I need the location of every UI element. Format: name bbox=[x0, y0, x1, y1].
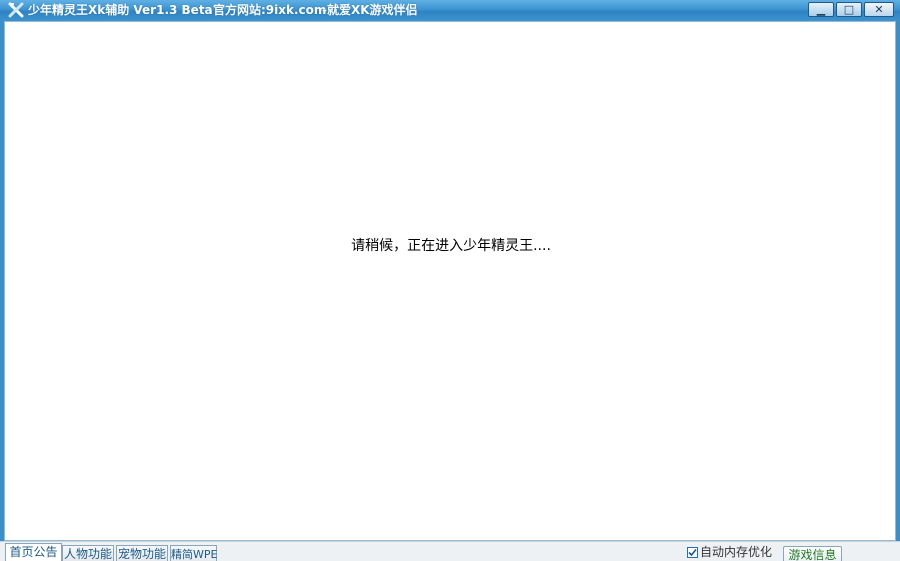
tab-label: 宠物功能 bbox=[117, 547, 166, 561]
memory-optimize-checkbox[interactable]: 自动内存优化 bbox=[687, 545, 772, 561]
tab-label: 精简WPE bbox=[171, 548, 218, 561]
checkmark-icon bbox=[688, 548, 697, 557]
app-window: 少年精灵王Xk辅助 Ver1.3 Beta 官方网站:9ixk.com -就爱X… bbox=[0, 0, 900, 561]
tab-label: 人物功能 bbox=[63, 547, 112, 561]
minimize-button[interactable]: ▁ bbox=[808, 2, 834, 17]
website-label: 官方网站:9ixk.com bbox=[213, 3, 327, 17]
tab-home-notice[interactable]: 首页公告 bbox=[5, 543, 62, 561]
maximize-button[interactable]: □ bbox=[836, 2, 862, 17]
tab-pet-functions[interactable]: 宠物功能 bbox=[116, 545, 168, 561]
game-info-button[interactable]: 游戏信息 bbox=[783, 546, 842, 561]
title-bar[interactable]: 少年精灵王Xk辅助 Ver1.3 Beta 官方网站:9ixk.com -就爱X… bbox=[0, 0, 900, 21]
main-content-area: 请稍候，正在进入少年精灵王.... bbox=[4, 21, 896, 541]
tab-character-functions[interactable]: 人物功能 bbox=[62, 545, 114, 561]
minimize-icon: ▁ bbox=[816, 3, 826, 16]
tab-lite-wpe[interactable]: 精简WPE bbox=[170, 545, 217, 561]
checkbox-box[interactable] bbox=[687, 547, 698, 558]
tab-label: 首页公告 bbox=[9, 545, 58, 559]
maximize-icon: □ bbox=[843, 3, 855, 16]
game-info-label: 游戏信息 bbox=[788, 548, 837, 561]
close-icon: ✕ bbox=[874, 3, 884, 16]
window-title: 少年精灵王Xk辅助 Ver1.3 Beta bbox=[28, 3, 213, 17]
close-button[interactable]: ✕ bbox=[864, 2, 894, 17]
xk-logo-icon bbox=[8, 2, 24, 18]
bottom-bar: 首页公告 人物功能 宠物功能 精简WPE 自动内存优化 游戏信息 bbox=[0, 541, 900, 561]
slogan-label: -就爱XK游戏伴侣 bbox=[322, 3, 418, 17]
memory-optimize-label: 自动内存优化 bbox=[700, 545, 773, 559]
loading-message: 请稍候，正在进入少年精灵王.... bbox=[351, 238, 551, 254]
